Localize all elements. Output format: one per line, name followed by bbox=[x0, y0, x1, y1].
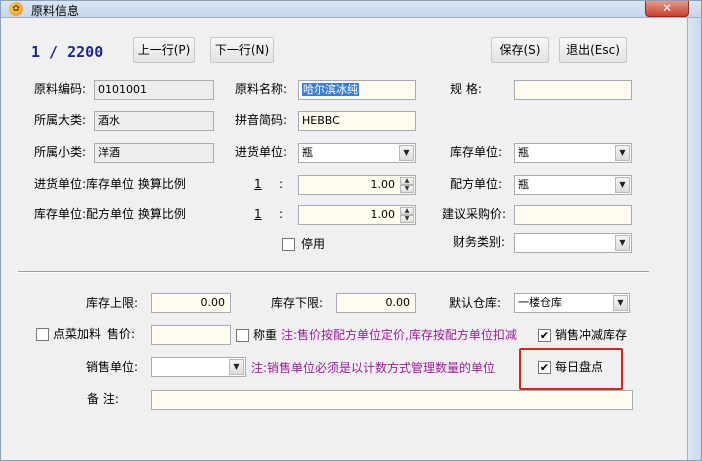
ratio1-label: 进货单位:库存单位 换算比例 bbox=[34, 177, 186, 191]
stock-unit-select[interactable]: 瓶 ▼ bbox=[514, 143, 632, 163]
recipe-unit-label: 配方单位: bbox=[450, 177, 503, 191]
price-label: 售价: bbox=[107, 327, 136, 341]
spin-down-icon[interactable]: ▼ bbox=[400, 185, 414, 193]
name-label: 原料名称: bbox=[235, 82, 288, 96]
pinyin-label: 拼音简码: bbox=[235, 113, 288, 127]
remark-field[interactable] bbox=[151, 390, 633, 410]
main-window: ✿ 原料信息 ✕ 1 / 2200 上一行(P) 下一行(N) 保存(S) 退出… bbox=[0, 0, 702, 461]
purchase-unit-select[interactable]: 瓶 ▼ bbox=[298, 143, 416, 163]
finance-select[interactable]: ▼ bbox=[514, 233, 632, 253]
ratio2-left-value: 1 bbox=[254, 207, 262, 221]
ratio2-field[interactable]: 1.00 ▲ ▼ bbox=[298, 205, 416, 225]
title-bar: ✿ 原料信息 ✕ bbox=[1, 1, 701, 18]
spin-up-icon[interactable]: ▲ bbox=[400, 177, 414, 185]
stock-lower-label: 库存下限: bbox=[271, 296, 324, 310]
ratio1-field[interactable]: 1.00 ▲ ▼ bbox=[298, 175, 416, 195]
window-title: 原料信息 bbox=[31, 4, 80, 18]
spec-label: 规 格: bbox=[450, 82, 482, 96]
addon-label: 点菜加料 bbox=[53, 327, 102, 341]
stock-lower-field[interactable]: 0.00 bbox=[336, 293, 416, 313]
app-icon: ✿ bbox=[9, 2, 23, 16]
chevron-down-icon[interactable]: ▼ bbox=[615, 177, 630, 193]
weigh-checkbox[interactable] bbox=[236, 329, 249, 342]
ratio1-value: 1.00 bbox=[370, 178, 396, 191]
stock-upper-label: 库存上限: bbox=[86, 296, 139, 310]
section-divider bbox=[18, 271, 649, 273]
spin-up-icon[interactable]: ▲ bbox=[400, 207, 414, 215]
default-warehouse-select[interactable]: 一楼仓库 ▼ bbox=[514, 293, 630, 313]
stock-upper-field[interactable]: 0.00 bbox=[151, 293, 231, 313]
exit-button[interactable]: 退出(Esc) bbox=[559, 37, 627, 63]
purchase-unit-label: 进货单位: bbox=[235, 145, 288, 159]
sale-unit-select[interactable]: ▼ bbox=[151, 357, 246, 377]
chevron-down-icon[interactable]: ▼ bbox=[613, 295, 628, 311]
ratio1-spinner[interactable]: ▲ ▼ bbox=[400, 177, 414, 193]
spec-field[interactable] bbox=[514, 80, 632, 100]
spin-down-icon[interactable]: ▼ bbox=[400, 215, 414, 223]
note-sale-unit: 注:销售单位必须是以计数方式管理数量的单位 bbox=[251, 361, 496, 375]
name-field[interactable]: 哈尔滨冰纯 bbox=[298, 80, 416, 100]
note-price: 注:售价按配方单位定价,库存按配方单位扣减 bbox=[281, 328, 517, 342]
finance-label: 财务类别: bbox=[453, 235, 506, 249]
chevron-down-icon[interactable]: ▼ bbox=[615, 145, 630, 161]
category-label: 所属大类: bbox=[34, 113, 87, 127]
recipe-unit-select[interactable]: 瓶 ▼ bbox=[514, 175, 632, 195]
chevron-down-icon[interactable]: ▼ bbox=[229, 359, 244, 375]
ratio1-colon: : bbox=[279, 177, 284, 191]
category-field[interactable]: 酒水 bbox=[94, 111, 214, 131]
window-frame-right bbox=[687, 18, 701, 460]
highlight-box bbox=[519, 348, 623, 390]
ratio2-spinner[interactable]: ▲ ▼ bbox=[400, 207, 414, 223]
recipe-unit-value: 瓶 bbox=[518, 178, 529, 191]
subcategory-field[interactable]: 洋酒 bbox=[94, 143, 214, 163]
chevron-down-icon[interactable]: ▼ bbox=[615, 235, 630, 251]
stock-unit-label: 库存单位: bbox=[450, 145, 503, 159]
purchase-unit-value: 瓶 bbox=[302, 146, 313, 159]
subcategory-label: 所属小类: bbox=[34, 145, 87, 159]
default-warehouse-label: 默认仓库: bbox=[449, 296, 502, 310]
disable-checkbox[interactable] bbox=[282, 238, 295, 251]
record-counter: 1 / 2200 bbox=[31, 43, 104, 61]
ratio1-left-value: 1 bbox=[254, 177, 262, 191]
default-warehouse-value: 一楼仓库 bbox=[518, 296, 562, 309]
save-button[interactable]: 保存(S) bbox=[491, 37, 549, 63]
prev-row-button[interactable]: 上一行(P) bbox=[133, 37, 195, 63]
ratio2-label: 库存单位:配方单位 换算比例 bbox=[34, 207, 186, 221]
disable-label: 停用 bbox=[301, 237, 326, 251]
remark-label: 备 注: bbox=[87, 392, 119, 406]
sale-unit-label: 销售单位: bbox=[86, 360, 139, 374]
code-field[interactable]: 0101001 bbox=[94, 80, 214, 100]
addon-checkbox[interactable] bbox=[36, 328, 49, 341]
weigh-label: 称重 bbox=[253, 328, 278, 342]
chevron-down-icon[interactable]: ▼ bbox=[399, 145, 414, 161]
sale-deduct-label: 销售冲减库存 bbox=[555, 328, 628, 342]
stock-unit-value: 瓶 bbox=[518, 146, 529, 159]
suggest-price-label: 建议采购价: bbox=[442, 207, 507, 221]
suggest-price-field[interactable] bbox=[514, 205, 632, 225]
name-selected-text: 哈尔滨冰纯 bbox=[302, 83, 359, 96]
code-label: 原料编码: bbox=[34, 82, 87, 96]
ratio2-value: 1.00 bbox=[370, 208, 396, 221]
close-button[interactable]: ✕ bbox=[645, 1, 689, 17]
sale-deduct-checkbox[interactable]: ✔ bbox=[538, 329, 551, 342]
next-row-button[interactable]: 下一行(N) bbox=[210, 37, 274, 63]
ratio2-colon: : bbox=[279, 207, 284, 221]
price-field[interactable] bbox=[151, 325, 231, 345]
pinyin-field[interactable]: HEBBC bbox=[298, 111, 416, 131]
